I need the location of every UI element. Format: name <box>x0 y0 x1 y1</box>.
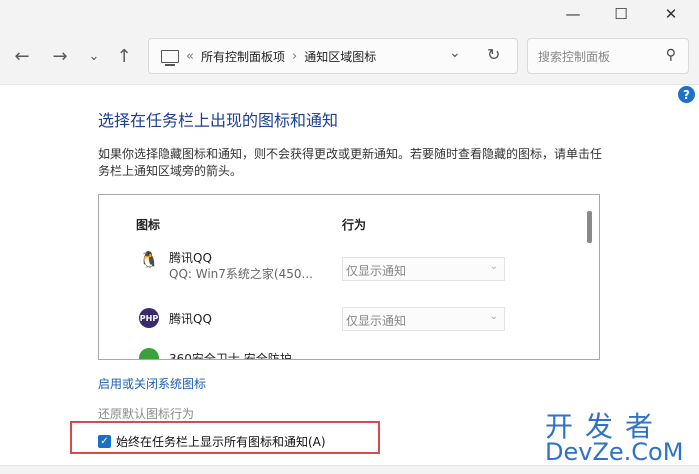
arrow-right-icon: → <box>52 45 68 67</box>
chevron-down-icon: ⌄ <box>489 311 498 322</box>
arrow-left-icon: ← <box>14 45 30 67</box>
up-button[interactable]: ↑ <box>110 42 138 70</box>
breadcrumb: « 所有控制面板项 › 通知区域图标 <box>161 48 376 66</box>
title-bar: — ☐ ✕ <box>0 0 699 28</box>
back-button[interactable]: ← <box>8 42 36 70</box>
toggle-system-icons-link[interactable]: 启用或关闭系统图标 <box>98 375 206 392</box>
behavior-select[interactable]: 仅显示通知 ⌄ <box>342 257 505 281</box>
search-box[interactable]: 搜索控制面板 ⚲ <box>527 38 689 74</box>
behavior-select[interactable]: 仅显示通知 ⌄ <box>342 307 505 331</box>
list-item: PHP 腾讯QQ 仅显示通知 ⌄ <box>99 305 579 345</box>
app-subtitle: QQ: Win7系统之家(450... <box>169 267 313 281</box>
address-bar[interactable]: « 所有控制面板项 › 通知区域图标 ⌄ ↻ <box>148 38 518 74</box>
behavior-select-value: 仅显示通知 <box>346 314 407 328</box>
breadcrumb-item-notification-area-icons[interactable]: 通知区域图标 <box>304 48 376 65</box>
qq-penguin-icon: 🐧 <box>139 249 159 269</box>
minimize-icon: — <box>565 5 581 23</box>
list-item: 🐧 腾讯QQ QQ: Win7系统之家(450... 仅显示通知 ⌄ <box>99 247 579 287</box>
360-shield-icon <box>139 348 159 359</box>
checkbox-label[interactable]: 始终在任务栏上显示所有图标和通知(A) <box>116 433 326 450</box>
help-icon[interactable]: ? <box>678 86 695 103</box>
close-icon: ✕ <box>664 5 678 23</box>
app-name: 腾讯QQ <box>169 251 212 265</box>
checkmark-icon: ✓ <box>100 435 109 447</box>
php-icon: PHP <box>139 308 159 328</box>
breadcrumb-overflow[interactable]: « <box>186 49 194 64</box>
watermark-domain: DevZe.CoM <box>545 438 684 466</box>
arrow-up-icon: ↑ <box>116 45 132 67</box>
scrollbar-thumb[interactable] <box>587 211 592 243</box>
column-header-icon: 图标 <box>136 218 161 232</box>
navigation-bar: ← → ⌄ ↑ « 所有控制面板项 › 通知区域图标 ⌄ ↻ 搜索控制面板 ⚲ <box>0 28 699 85</box>
page-description: 如果你选择隐藏图标和通知，则不会获得更改或更新通知。若要随时查看隐藏的图标，请单… <box>98 147 603 178</box>
app-name: 360安全卫士 安全防护 <box>169 352 292 360</box>
recent-locations-button[interactable]: ⌄ <box>80 42 108 70</box>
breadcrumb-item-all-control-panel-items[interactable]: 所有控制面板项 <box>201 48 285 65</box>
forward-button[interactable]: → <box>46 42 74 70</box>
chevron-right-icon: › <box>291 49 298 64</box>
always-show-all-checkbox-row[interactable]: ✓ 始终在任务栏上显示所有图标和通知(A) <box>98 431 326 451</box>
search-input[interactable]: 搜索控制面板 <box>538 48 610 65</box>
main-content: ? 选择在任务栏上出现的图标和通知 如果你选择隐藏图标和通知，则不会获得更改或更… <box>0 85 699 474</box>
column-header-behavior: 行为 <box>342 218 367 232</box>
chevron-down-icon: ⌄ <box>88 48 100 64</box>
behavior-select-value: 仅显示通知 <box>346 264 407 278</box>
icon-behavior-list[interactable]: 图标 行为 🐧 腾讯QQ QQ: Win7系统之家(450... 仅显示通知 ⌄… <box>98 194 600 360</box>
restore-default-link[interactable]: 还原默认图标行为 <box>98 405 194 422</box>
maximize-button[interactable]: ☐ <box>598 0 644 28</box>
search-icon[interactable]: ⚲ <box>666 47 676 63</box>
app-name: 腾讯QQ <box>169 312 212 326</box>
page-title: 选择在任务栏上出现的图标和通知 <box>98 111 339 130</box>
always-show-all-checkbox[interactable]: ✓ <box>98 434 111 448</box>
minimize-button[interactable]: — <box>550 0 596 28</box>
chevron-down-icon: ⌄ <box>489 261 498 272</box>
maximize-icon: ☐ <box>614 5 628 23</box>
refresh-icon[interactable]: ↻ <box>487 45 500 64</box>
address-dropdown-icon[interactable]: ⌄ <box>449 45 461 61</box>
control-panel-icon <box>161 50 179 66</box>
list-item: 360安全卫士 安全防护 <box>99 348 579 360</box>
close-button[interactable]: ✕ <box>648 0 694 28</box>
